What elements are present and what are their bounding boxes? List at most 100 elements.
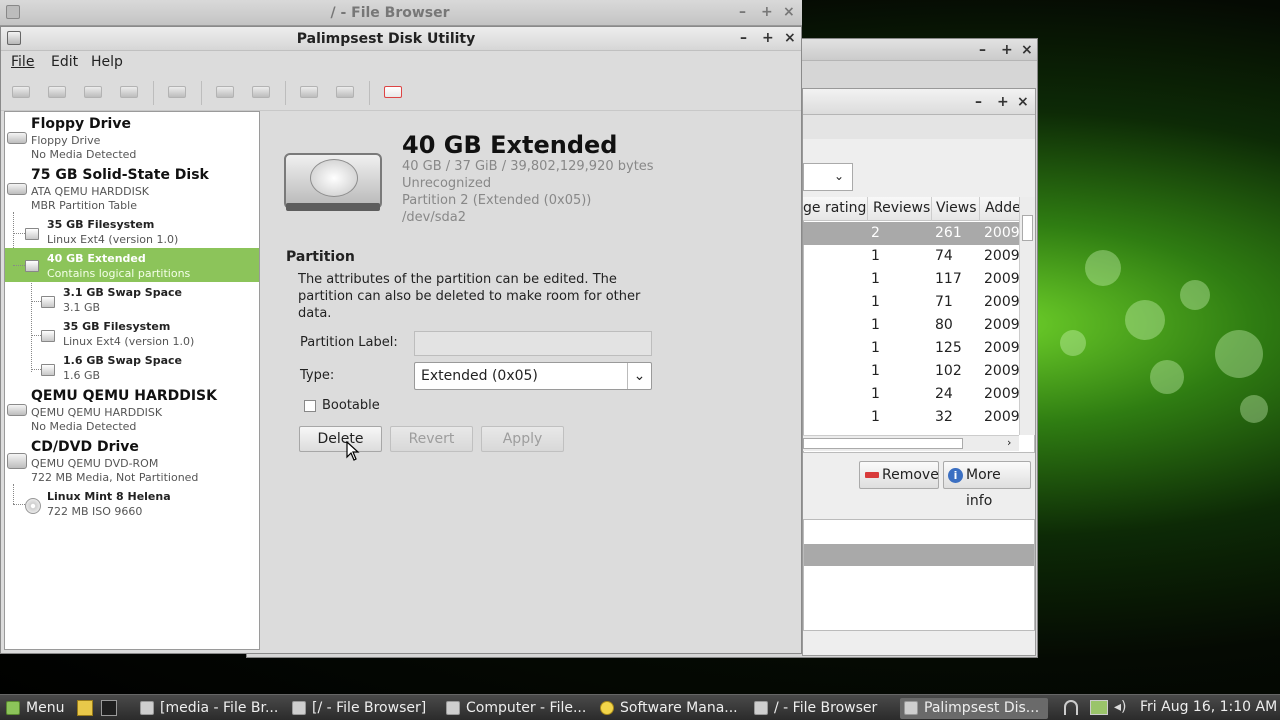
partition-icon — [25, 228, 39, 240]
col-header-views[interactable]: Views — [931, 197, 979, 221]
detach-button[interactable] — [117, 81, 141, 103]
revert-button[interactable]: Revert — [390, 426, 473, 452]
smart-data-button[interactable] — [333, 81, 357, 103]
apply-button[interactable]: Apply — [481, 426, 564, 452]
tree-item-qemu-harddisk[interactable]: QEMU QEMU HARDDISK QEMU QEMU HARDDISK No… — [5, 386, 259, 434]
tree-item-1gb-swap[interactable]: 1.6 GB Swap Space 1.6 GB — [5, 352, 259, 386]
minimize-icon[interactable]: – — [979, 42, 986, 58]
menu-help[interactable]: Help — [91, 54, 123, 70]
update-manager-icon[interactable] — [1090, 700, 1108, 715]
benchmark-button[interactable] — [381, 81, 405, 103]
col-header-label: ge rating — [803, 200, 867, 216]
create-partition-button[interactable] — [249, 81, 273, 103]
minimize-icon[interactable]: – — [975, 94, 982, 110]
table-row[interactable]: 1 117 2009- — [803, 268, 1025, 291]
tree-item-title: 35 GB Filesystem — [63, 320, 171, 333]
tree-item-subtitle: Linux Ext4 (version 1.0) — [47, 233, 179, 246]
volume-partition-info: Partition 2 (Extended (0x05)) — [402, 193, 592, 208]
row-views: 117 — [935, 271, 962, 287]
raid-button[interactable] — [297, 81, 321, 103]
vertical-scrollbar[interactable] — [1019, 197, 1035, 435]
hard-drive-icon — [7, 404, 27, 416]
table-row[interactable]: 1 102 2009- — [803, 360, 1025, 383]
col-header-added[interactable]: Adde — [979, 197, 1021, 221]
menubar: File Edit Help — [1, 51, 801, 73]
close-icon[interactable]: × — [1021, 42, 1033, 58]
partition-type-select[interactable]: Extended (0x05) ⌄ — [414, 362, 652, 390]
chevron-down-icon: ⌄ — [627, 363, 651, 389]
start-menu-button[interactable]: Menu — [2, 698, 70, 719]
hard-disk-icon — [284, 149, 384, 215]
tree-item-subtitle: ATA QEMU HARDDISK — [31, 185, 150, 198]
chevron-right-icon[interactable]: › — [1007, 436, 1011, 449]
tree-item-linux-mint-iso[interactable]: Linux Mint 8 Helena 722 MB ISO 9660 — [5, 488, 259, 522]
window-titlebar: – + × — [803, 89, 1035, 115]
clock[interactable]: Fri Aug 16, 1:10 AM — [1140, 699, 1277, 715]
maximize-icon[interactable]: + — [1001, 42, 1013, 58]
taskbar-item-software-manager[interactable]: Software Mana... — [596, 698, 744, 719]
taskbar-item-disk-utility[interactable]: Palimpsest Dis... — [900, 698, 1048, 719]
tree-item-40gb-extended[interactable]: 40 GB Extended Contains logical partitio… — [5, 248, 259, 282]
table-row[interactable]: 1 24 2009- — [803, 383, 1025, 406]
row-views: 74 — [935, 248, 953, 264]
table-row[interactable]: 1 74 2009- — [803, 245, 1025, 268]
format-button[interactable] — [213, 81, 237, 103]
minimize-icon[interactable]: – — [739, 4, 746, 20]
unmount-volume-button[interactable] — [45, 81, 69, 103]
terminal-launcher-icon[interactable] — [101, 700, 117, 716]
text-editor-launcher-icon[interactable] — [77, 700, 93, 716]
bootable-checkbox[interactable] — [304, 400, 316, 412]
table-row[interactable]: 2 261 2009- — [803, 222, 1025, 245]
close-icon[interactable]: × — [784, 30, 796, 46]
folder-icon — [446, 701, 460, 715]
close-icon[interactable]: × — [783, 4, 795, 20]
close-icon[interactable]: × — [1017, 94, 1029, 110]
table-row[interactable]: 1 32 2009- — [803, 406, 1025, 429]
tree-item-35gb-filesystem-logical[interactable]: 35 GB Filesystem Linux Ext4 (version 1.0… — [5, 318, 259, 352]
col-header-reviews[interactable]: Reviews — [867, 197, 931, 221]
maximize-icon[interactable]: + — [761, 4, 773, 20]
mount-volume-button[interactable] — [9, 81, 33, 103]
horizontal-scrollbar[interactable]: › — [803, 435, 1019, 451]
maximize-icon[interactable]: + — [997, 94, 1009, 110]
check-filesystem-button[interactable] — [165, 81, 189, 103]
table-row[interactable]: 1 71 2009- — [803, 291, 1025, 314]
menu-edit[interactable]: Edit — [51, 54, 78, 70]
tree-item-35gb-filesystem[interactable]: 35 GB Filesystem Linux Ext4 (version 1.0… — [5, 216, 259, 250]
tree-item-subtitle: 3.1 GB — [63, 301, 101, 314]
tree-item-cd-dvd-drive[interactable]: CD/DVD Drive QEMU QEMU DVD-ROM 722 MB Me… — [5, 437, 259, 485]
taskbar-item-media-file-browser[interactable]: [media - File Br... — [136, 698, 282, 719]
remove-button[interactable]: Remove — [859, 461, 939, 489]
taskbar-item-root-file-browser[interactable]: [/ - File Browser] — [288, 698, 436, 719]
bootable-label[interactable]: Bootable — [322, 398, 380, 413]
category-select[interactable]: ⌄ — [803, 163, 853, 191]
partition-icon — [25, 260, 39, 272]
delete-partition-button[interactable]: Delete — [299, 426, 382, 452]
taskbar-item-label: / - File Browser — [774, 700, 878, 716]
col-header-rating[interactable]: ge rating — [803, 197, 867, 221]
maximize-icon[interactable]: + — [762, 30, 774, 46]
minimize-icon[interactable]: – — [740, 30, 747, 46]
row-reviews: 1 — [871, 271, 880, 287]
more-info-button[interactable]: i More info — [943, 461, 1031, 509]
tree-item-floppy-drive[interactable]: Floppy Drive Floppy Drive No Media Detec… — [5, 114, 259, 162]
tree-item-3gb-swap[interactable]: 3.1 GB Swap Space 3.1 GB — [5, 284, 259, 318]
taskbar-item-file-browser[interactable]: / - File Browser — [750, 698, 892, 719]
col-header-label: Reviews — [873, 200, 931, 216]
volume-icon[interactable]: ◂) — [1114, 699, 1127, 715]
table-row[interactable]: 1 80 2009- — [803, 314, 1025, 337]
table-row[interactable]: 1 125 2009- — [803, 337, 1025, 360]
remove-icon — [865, 472, 879, 478]
scrollbar-thumb[interactable] — [1022, 215, 1033, 241]
headphones-icon[interactable] — [1064, 700, 1078, 715]
tree-item-subtitle: 1.6 GB — [63, 369, 101, 382]
tree-item-ssd[interactable]: 75 GB Solid-State Disk ATA QEMU HARDDISK… — [5, 165, 259, 213]
tree-item-subtitle: Floppy Drive — [31, 134, 101, 147]
device-tree: Floppy Drive Floppy Drive No Media Detec… — [4, 111, 260, 650]
eject-button[interactable] — [81, 81, 105, 103]
volume-usage: Unrecognized — [402, 176, 492, 191]
menu-file[interactable]: File — [11, 54, 34, 70]
taskbar-item-computer-file-browser[interactable]: Computer - File... — [442, 698, 590, 719]
partition-label-field[interactable] — [414, 331, 652, 356]
scrollbar-thumb[interactable] — [803, 438, 963, 449]
